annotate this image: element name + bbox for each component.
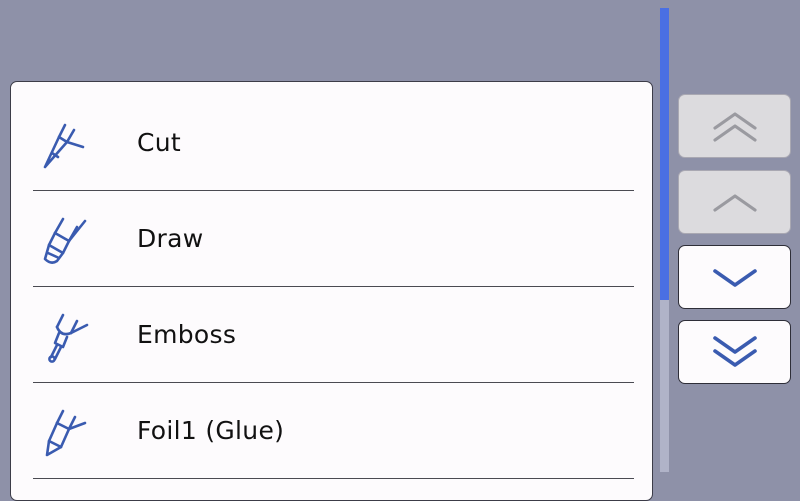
page-down-button[interactable] <box>678 320 791 384</box>
tool-label: Emboss <box>137 320 237 349</box>
line-down-button[interactable] <box>678 245 791 309</box>
cut-blade-icon <box>35 113 89 173</box>
tool-label: Draw <box>137 224 204 253</box>
tool-label: Foil1 (Glue) <box>137 416 285 445</box>
double-chevron-down-icon <box>712 336 757 367</box>
page-up-button[interactable] <box>678 94 791 158</box>
chevron-up-icon <box>712 194 757 212</box>
emboss-stylus-icon <box>35 305 89 365</box>
chevron-down-icon <box>712 269 757 287</box>
pen-icon <box>35 209 89 269</box>
line-up-button[interactable] <box>678 170 791 234</box>
tool-item-emboss[interactable]: Emboss <box>33 287 634 383</box>
scrollbar-track[interactable] <box>660 8 669 472</box>
tool-item-foil1[interactable]: Foil1 (Glue) <box>33 383 634 479</box>
tool-item-draw[interactable]: Draw <box>33 191 634 287</box>
scrollbar-thumb[interactable] <box>660 8 669 300</box>
double-chevron-up-icon <box>712 112 757 142</box>
tool-list: Cut Draw Emboss Foil1 (Glue) <box>10 81 653 501</box>
tool-item-cut[interactable]: Cut <box>33 95 634 191</box>
tool-label: Cut <box>137 128 182 157</box>
foil-pen-icon <box>35 401 89 461</box>
